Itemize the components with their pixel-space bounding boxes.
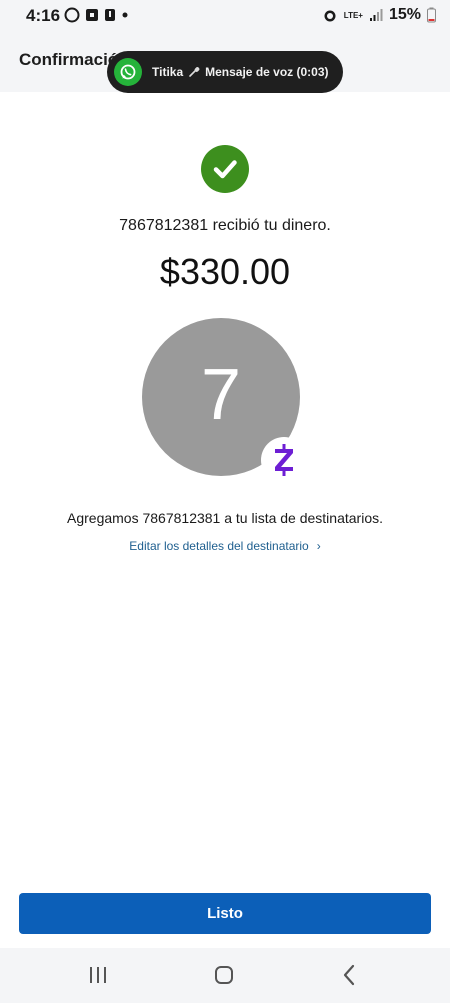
alert-status-icon bbox=[105, 9, 115, 21]
received-message: 7867812381 recibió tu dinero. bbox=[119, 217, 331, 234]
status-notification-icons bbox=[64, 7, 130, 23]
network-label: LTE+ bbox=[343, 10, 363, 20]
dot-icon bbox=[122, 12, 128, 18]
status-bar: 4:16 LTE+ 15% bbox=[0, 0, 450, 32]
edit-recipient-link[interactable]: Editar los detalles del destinatario › bbox=[0, 539, 450, 553]
whatsapp-notification[interactable]: Titika Mensaje de voz (0:03) bbox=[107, 51, 343, 93]
avatar-letter: 7 bbox=[200, 355, 242, 435]
alarm-icon bbox=[324, 10, 336, 22]
whatsapp-icon bbox=[114, 58, 142, 86]
signal-icon bbox=[369, 9, 383, 21]
microphone-icon bbox=[189, 67, 200, 77]
notification-message: Mensaje de voz (0:03) bbox=[205, 65, 329, 79]
status-time: 4:16 bbox=[26, 6, 61, 25]
battery-percent: 15% bbox=[388, 6, 421, 23]
done-button[interactable]: Listo bbox=[19, 893, 431, 934]
chevron-right-icon: › bbox=[316, 539, 321, 553]
system-navigation-bar bbox=[0, 948, 450, 1003]
notification-text: Titika Mensaje de voz (0:03) bbox=[152, 65, 329, 79]
battery-icon bbox=[427, 7, 436, 23]
notification-sender: Titika bbox=[152, 65, 184, 79]
status-right: LTE+ 15% bbox=[322, 6, 436, 24]
zelle-icon bbox=[261, 437, 307, 483]
recipient-added-message: Agregamos 7867812381 a tu lista de desti… bbox=[67, 510, 383, 526]
transfer-amount: $330.00 bbox=[159, 251, 291, 292]
home-icon[interactable] bbox=[214, 965, 234, 985]
edit-recipient-label: Editar los detalles del destinatario bbox=[129, 539, 309, 553]
checkmark-icon bbox=[201, 145, 249, 193]
whatsapp-status-icon bbox=[64, 7, 80, 23]
back-icon[interactable] bbox=[342, 964, 356, 986]
done-button-label: Listo bbox=[207, 905, 243, 922]
chase-status-icon bbox=[86, 9, 98, 21]
recent-apps-icon[interactable] bbox=[88, 965, 108, 985]
